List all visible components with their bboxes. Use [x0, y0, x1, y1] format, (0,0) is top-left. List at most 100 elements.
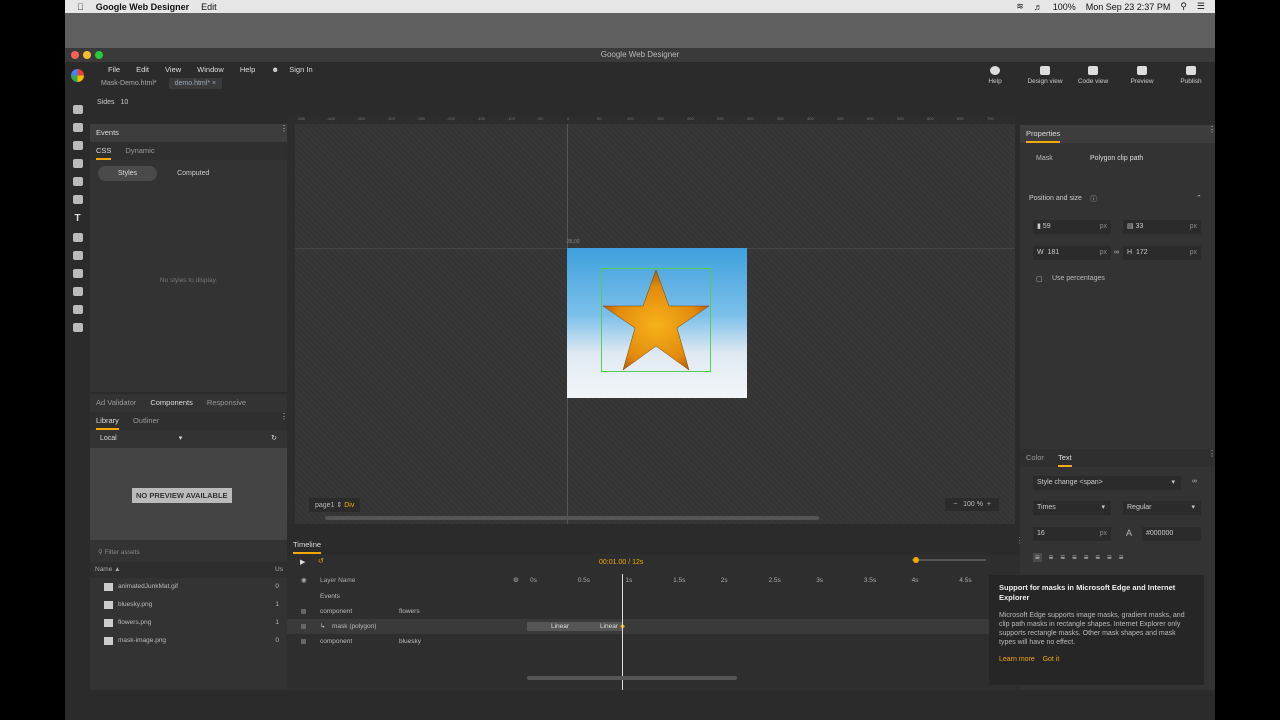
code-view-button[interactable]: Code view — [1071, 66, 1115, 85]
stage-canvas[interactable] — [567, 248, 747, 398]
tag-tool-icon[interactable] — [72, 159, 83, 168]
selection-tool-icon[interactable] — [72, 105, 83, 114]
mac-menu-edit[interactable]: Edit — [201, 2, 217, 12]
tab-color[interactable]: Color — [1026, 449, 1044, 467]
width-field[interactable]: W 181 px — [1033, 246, 1111, 260]
layer-row[interactable]: component bluesky — [287, 634, 1023, 649]
visibility-toggle[interactable] — [301, 639, 306, 644]
minimize-window-button[interactable] — [83, 51, 91, 59]
menu-help[interactable]: Help — [232, 65, 263, 74]
help-button[interactable]: Help — [973, 66, 1017, 85]
page-selector[interactable]: page1 ⇕ Div — [309, 498, 361, 512]
chevron-up-icon[interactable]: ⌃ — [1196, 194, 1202, 202]
more-icon[interactable]: ⋮ — [1016, 537, 1024, 545]
left-field[interactable]: ▮ 59 px — [1033, 220, 1111, 234]
text-color-icon[interactable]: A — [1126, 528, 1132, 538]
bullet-list-icon[interactable]: ≡ — [1084, 553, 1089, 562]
font-select[interactable]: Times ▾ — [1033, 501, 1111, 515]
tab-ad-validator[interactable]: Ad Validator — [96, 394, 136, 412]
easing-label[interactable]: Linear — [551, 619, 569, 634]
menu-window[interactable]: Window — [189, 65, 232, 74]
fill-tool-icon[interactable] — [72, 251, 83, 260]
apple-icon[interactable]:  — [77, 2, 84, 12]
asset-search[interactable]: ⚲ Filter assets — [90, 540, 287, 562]
design-view-button[interactable]: Design view — [1023, 66, 1067, 85]
menu-file[interactable]: File — [100, 65, 128, 74]
loop-icon[interactable]: ↺ — [318, 557, 324, 565]
asset-row[interactable]: flowers.png 1 — [90, 614, 287, 632]
preview-button[interactable]: Preview — [1120, 66, 1164, 85]
crop-tool-icon[interactable] — [72, 323, 83, 332]
visibility-toggle[interactable] — [301, 609, 306, 614]
color-field[interactable]: #000000 — [1142, 527, 1201, 541]
selection-box[interactable] — [601, 268, 711, 372]
zoom-tool-icon[interactable] — [72, 305, 83, 314]
style-change-select[interactable]: Style change <span> ▾ — [1033, 476, 1181, 490]
indent-icon[interactable]: ≡ — [1119, 553, 1124, 562]
stage-scrollbar[interactable] — [325, 516, 819, 520]
top-field[interactable]: ▤ 33 px — [1123, 220, 1201, 234]
tab-dynamic[interactable]: Dynamic — [125, 142, 154, 160]
wifi-icon[interactable]: ≋ — [1016, 1, 1024, 12]
layer-row[interactable]: component flowers — [287, 604, 1023, 619]
publish-button[interactable]: Publish — [1169, 66, 1213, 85]
list-icon[interactable]: ☰ — [1197, 1, 1205, 12]
percent-checkbox[interactable]: ▢ — [1036, 275, 1043, 283]
zoom-window-button[interactable] — [95, 51, 103, 59]
visibility-toggle[interactable] — [301, 624, 306, 629]
help-icon[interactable]: ⓘ — [1090, 194, 1097, 204]
menu-view[interactable]: View — [157, 65, 189, 74]
timeline-scrollbar[interactable] — [527, 676, 737, 680]
numbered-list-icon[interactable]: ≡ — [1095, 553, 1100, 562]
easing-label[interactable]: Linear — [600, 619, 618, 634]
play-icon[interactable]: ▶ — [300, 558, 305, 566]
playhead[interactable] — [622, 574, 623, 690]
timeline-zoom-slider[interactable] — [912, 559, 986, 561]
search-icon[interactable]: ⚲ — [1180, 1, 1187, 12]
tab-outliner[interactable]: Outliner — [133, 412, 159, 430]
color-tool-icon[interactable] — [72, 269, 83, 278]
hand-tool-icon[interactable] — [72, 287, 83, 296]
3d-translation-tool-icon[interactable] — [72, 141, 83, 150]
learn-more-link[interactable]: Learn more — [999, 656, 1035, 663]
asset-row[interactable]: mask-image.png 0 — [90, 632, 287, 650]
more-icon[interactable]: ⋮ — [280, 125, 288, 133]
polygon-tool-icon[interactable] — [72, 233, 83, 242]
tab-css[interactable]: CSS — [96, 142, 112, 160]
design-stage[interactable]: -450 -400 -350 -300 -250 -200 -150 -100 -50 0 50 10… — [287, 116, 1015, 524]
pen-tool-icon[interactable] — [72, 195, 83, 204]
got-it-link[interactable]: Got it — [1043, 656, 1060, 663]
more-icon[interactable]: ⋮ — [280, 413, 288, 421]
align-right-icon[interactable]: ≡ — [1060, 553, 1065, 562]
library-source-select[interactable]: Local ▾ ↻ — [90, 430, 287, 448]
zoom-control[interactable]: − 100 % + — [945, 498, 999, 511]
height-field[interactable]: H 172 px — [1123, 246, 1201, 260]
battery-label[interactable]: 100% — [1053, 2, 1076, 12]
align-center-icon[interactable]: ≡ — [1049, 553, 1054, 562]
sign-in-button[interactable]: ☻ Sign In — [263, 65, 328, 74]
link-icon[interactable]: ∞ — [1114, 249, 1119, 256]
asset-row[interactable]: animatedJunkMat.gif 0 — [90, 578, 287, 596]
zoom-in-icon[interactable]: + — [987, 501, 991, 508]
tab-mask-demo[interactable]: Mask-Demo.html* — [95, 78, 163, 89]
text-tool-icon[interactable]: T — [73, 213, 83, 224]
clock[interactable]: Mon Sep 23 2:37 PM — [1086, 2, 1171, 12]
sides-input[interactable]: 10 — [120, 99, 128, 106]
zoom-out-icon[interactable]: − — [953, 501, 957, 508]
3d-rotation-tool-icon[interactable] — [72, 123, 83, 132]
tab-library[interactable]: Library — [96, 412, 119, 430]
close-window-button[interactable] — [71, 51, 79, 59]
tab-responsive[interactable]: Responsive — [207, 394, 246, 412]
refresh-icon[interactable]: ↻ — [271, 434, 277, 442]
weight-select[interactable]: Regular ▾ — [1123, 501, 1201, 515]
tab-computed[interactable]: Computed — [157, 166, 229, 181]
volume-icon[interactable]: ♬ — [1034, 2, 1043, 12]
layer-row[interactable]: ↳mask (polygon) Linear Linear ◆ — [287, 619, 1023, 634]
tab-components[interactable]: Components — [150, 394, 193, 412]
menu-edit[interactable]: Edit — [128, 65, 157, 74]
shape-tool-icon[interactable] — [72, 177, 83, 186]
outdent-icon[interactable]: ≡ — [1107, 553, 1112, 562]
align-justify-icon[interactable]: ≡ — [1072, 553, 1077, 562]
more-icon[interactable]: ⋮ — [1208, 450, 1215, 458]
font-size-field[interactable]: 16 px — [1033, 527, 1111, 541]
